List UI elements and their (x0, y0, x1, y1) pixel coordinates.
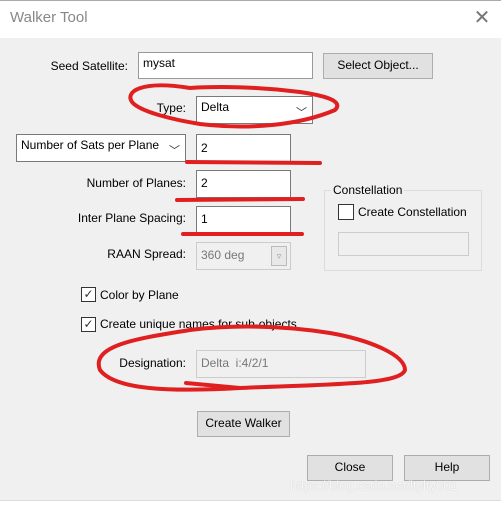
watermark: https://blog.csdn.net/ltylty001 (290, 478, 458, 493)
unique-names-checkbox[interactable]: ✓ (81, 317, 96, 332)
sats-mode-select[interactable]: Number of Sats per Plane ﹀ (16, 134, 186, 162)
raan-picker-icon: ▿ (271, 246, 287, 266)
planes-input[interactable]: 2 (196, 170, 291, 198)
window-title: Walker Tool (10, 9, 88, 26)
annotation-underline-sats (185, 160, 322, 165)
sats-mode-value: Number of Sats per Plane (21, 138, 160, 152)
type-value: Delta (201, 100, 230, 114)
annotation-underline-planes (175, 197, 305, 202)
spacing-label: Inter Plane Spacing: (77, 211, 186, 225)
seed-satellite-input[interactable]: mysat (138, 52, 313, 79)
seed-satellite-label: Seed Satellite: (50, 59, 128, 73)
designation-label: Designation: (119, 356, 186, 370)
create-constellation-checkbox[interactable] (338, 204, 354, 220)
designation-field: Delta i:4/2/1 (196, 350, 366, 378)
constellation-name-input (338, 232, 469, 256)
chevron-down-icon: ﹀ (296, 107, 307, 119)
sats-per-plane-input[interactable]: 2 (196, 134, 291, 162)
designation-value: Delta i:4/2/1 (201, 356, 269, 370)
spacing-input[interactable]: 1 (196, 206, 291, 234)
constellation-legend: Constellation (331, 183, 405, 197)
unique-names-label: Create unique names for sub-objects (100, 317, 297, 331)
raan-label: RAAN Spread: (107, 247, 186, 261)
planes-label: Number of Planes: (86, 176, 186, 190)
color-by-plane-checkbox[interactable]: ✓ (81, 287, 96, 302)
select-object-button[interactable]: Select Object... (323, 53, 433, 79)
annotation-underline-designation (184, 381, 242, 390)
type-label: Type: (156, 101, 186, 115)
type-select[interactable]: Delta ﹀ (196, 96, 313, 124)
close-icon[interactable]: ✕ (470, 5, 494, 30)
background-window-strip (0, 500, 501, 506)
constellation-group (324, 190, 482, 271)
chevron-down-icon: ﹀ (169, 142, 180, 158)
create-walker-button[interactable]: Create Walker (197, 411, 290, 437)
color-by-plane-label: Color by Plane (100, 288, 179, 302)
create-constellation-label: Create Constellation (358, 205, 467, 219)
raan-value: 360 deg (201, 248, 245, 262)
